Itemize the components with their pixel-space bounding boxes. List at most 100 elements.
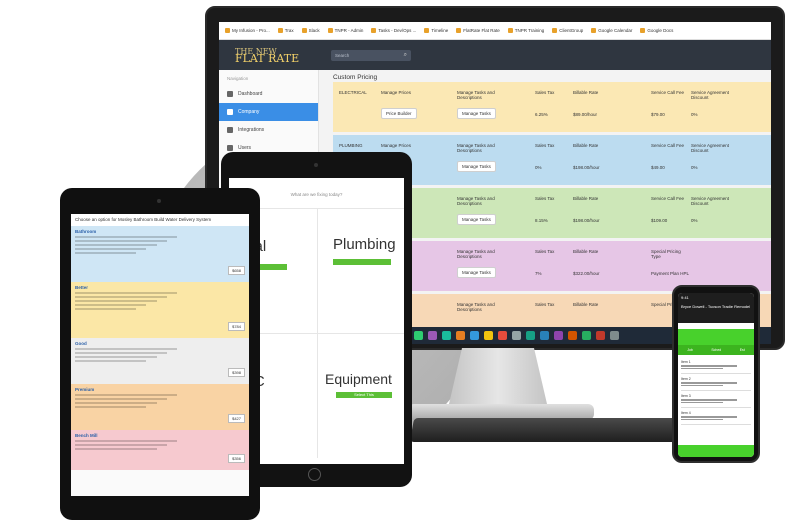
- bookmark-item[interactable]: Timeline: [424, 28, 448, 33]
- bookmark-label: TNPR - Admin: [334, 28, 364, 33]
- bookmark-item[interactable]: TNPR - Admin: [327, 28, 364, 33]
- bookmark-item[interactable]: Trax: [277, 28, 294, 33]
- taskbar-app-icon[interactable]: [567, 331, 577, 340]
- phone-list-item[interactable]: Item 4: [681, 408, 751, 425]
- manage-tasks-label: Manage Tasks and Descriptions: [457, 143, 495, 153]
- option-label: Bathroom: [75, 229, 97, 234]
- bookmark-label: TNPR Training: [514, 28, 545, 33]
- category-equipment-select-button[interactable]: Select This: [336, 392, 392, 398]
- category-plumbing[interactable]: Plumbing: [333, 236, 396, 253]
- description-line: [681, 401, 723, 403]
- bookmark-item[interactable]: FlatRate Flat Rate: [456, 28, 500, 33]
- nav-icon: [227, 91, 233, 97]
- bookmark-item[interactable]: Google Calendar: [591, 28, 632, 33]
- bookmark-icon: [640, 28, 646, 33]
- taskbar-app-icon[interactable]: [427, 331, 437, 340]
- sidebar-item-company[interactable]: Company: [219, 103, 318, 121]
- description-line: [75, 394, 177, 396]
- service-call-label: Service Call Fee: [651, 90, 685, 95]
- taskbar-app-icon[interactable]: [441, 331, 451, 340]
- department-name: PLUMBING: [339, 143, 363, 148]
- option-band[interactable]: Bench Mill $356: [71, 430, 249, 470]
- search-icon: ⌕: [403, 51, 407, 58]
- bookmark-icon: [327, 28, 333, 33]
- description-line: [75, 248, 147, 250]
- manage-tasks-label: Manage Tasks and Descriptions: [457, 249, 495, 259]
- description-line: [75, 308, 137, 310]
- option-band[interactable]: Bathroom $658: [71, 226, 249, 282]
- phone-tab[interactable]: Est: [740, 348, 745, 352]
- description-line: [75, 348, 177, 350]
- manage-tasks-button[interactable]: Manage Tasks: [457, 108, 496, 119]
- phone-list-item[interactable]: Item 1: [681, 357, 751, 374]
- home-button[interactable]: [308, 468, 321, 481]
- description-line: [681, 418, 723, 420]
- department-name: ELECTRICAL: [339, 90, 367, 95]
- description-line: [75, 300, 157, 302]
- billable-rate-label: Billable Rate: [573, 302, 599, 307]
- manage-tasks-button[interactable]: Manage Tasks: [457, 214, 496, 225]
- option-price-button[interactable]: $784: [228, 322, 245, 331]
- phone-footer-button[interactable]: [678, 445, 754, 457]
- discount-label: Service Agreement Discount: [691, 196, 730, 206]
- option-price-button[interactable]: $398: [228, 368, 245, 377]
- search-input[interactable]: Search ⌕: [331, 49, 411, 61]
- taskbar-app-icon[interactable]: [609, 331, 619, 340]
- sidebar-item-dashboard[interactable]: Dashboard: [219, 85, 318, 103]
- option-band[interactable]: Better $784: [71, 282, 249, 338]
- description-line: [75, 236, 177, 238]
- phone-list-item[interactable]: Item 3: [681, 391, 751, 408]
- category-plumbing-select-button[interactable]: [333, 259, 391, 265]
- bookmark-item[interactable]: Google Docs: [640, 28, 673, 33]
- billable-rate-value: $322.00/hour: [573, 271, 600, 276]
- billable-rate-label: Billable Rate: [573, 196, 599, 201]
- option-label: Premium: [75, 387, 95, 392]
- bookmark-item[interactable]: Slack: [301, 28, 320, 33]
- brand-logo[interactable]: THE NEW FLAT RATE: [219, 48, 331, 65]
- option-band[interactable]: Good $398: [71, 338, 249, 384]
- phone-tab[interactable]: Sched: [711, 348, 721, 352]
- option-price-button[interactable]: $658: [228, 266, 245, 275]
- taskbar-app-icon[interactable]: [539, 331, 549, 340]
- phone-item-title: Item 1: [681, 360, 691, 364]
- option-label: Bench Mill: [75, 433, 98, 438]
- option-price-button[interactable]: $427: [228, 414, 245, 423]
- billable-rate-label: Billable Rate: [573, 90, 599, 95]
- bookmark-label: Tasks - Dev/Ops ...: [378, 28, 417, 33]
- taskbar-app-icon[interactable]: [581, 331, 591, 340]
- manage-tasks-button[interactable]: Manage Tasks: [457, 161, 496, 172]
- camera-icon: [314, 163, 318, 167]
- billable-rate-label: Billable Rate: [573, 143, 599, 148]
- tablet-left-screen: Choose an option for Mosley Bathroom Bui…: [71, 214, 249, 496]
- taskbar-app-icon[interactable]: [511, 331, 521, 340]
- taskbar-app-icon[interactable]: [413, 331, 423, 340]
- bookmark-item[interactable]: Tasks - Dev/Ops ...: [371, 28, 416, 33]
- manage-tasks-button[interactable]: Manage Tasks: [457, 267, 496, 278]
- bookmark-item[interactable]: TNPR Training: [507, 28, 545, 33]
- taskbar-app-icon[interactable]: [595, 331, 605, 340]
- taskbar-app-icon[interactable]: [455, 331, 465, 340]
- phone-tab[interactable]: Job: [687, 348, 693, 352]
- taskbar-app-icon[interactable]: [497, 331, 507, 340]
- bookmark-icon: [301, 28, 307, 33]
- price-builder-button[interactable]: Price Builder: [381, 108, 417, 119]
- bookmark-item[interactable]: ClientGroup: [552, 28, 583, 33]
- taskbar-app-icon[interactable]: [469, 331, 479, 340]
- service-call-label: Service Call Fee: [651, 196, 685, 201]
- option-band[interactable]: Premium $427: [71, 384, 249, 430]
- bookmark-item[interactable]: My Infusion - Pro...: [225, 28, 270, 33]
- taskbar-app-icon[interactable]: [553, 331, 563, 340]
- bookmark-icon: [371, 28, 377, 33]
- taskbar-app-icon[interactable]: [525, 331, 535, 340]
- sales-tax-value: 0%: [535, 165, 542, 170]
- description-line: [681, 416, 737, 418]
- sidebar-item-integrations[interactable]: Integrations: [219, 121, 318, 139]
- manage-prices-label: Manage Prices: [381, 143, 412, 148]
- nav-title: Navigation: [227, 76, 249, 81]
- phone-list-item[interactable]: Item 2: [681, 374, 751, 391]
- manage-tasks-label: Manage Tasks and Descriptions: [457, 196, 495, 206]
- description-line: [75, 296, 167, 298]
- category-equipment[interactable]: Equipment: [325, 371, 392, 387]
- taskbar-app-icon[interactable]: [483, 331, 493, 340]
- option-price-button[interactable]: $356: [228, 454, 245, 463]
